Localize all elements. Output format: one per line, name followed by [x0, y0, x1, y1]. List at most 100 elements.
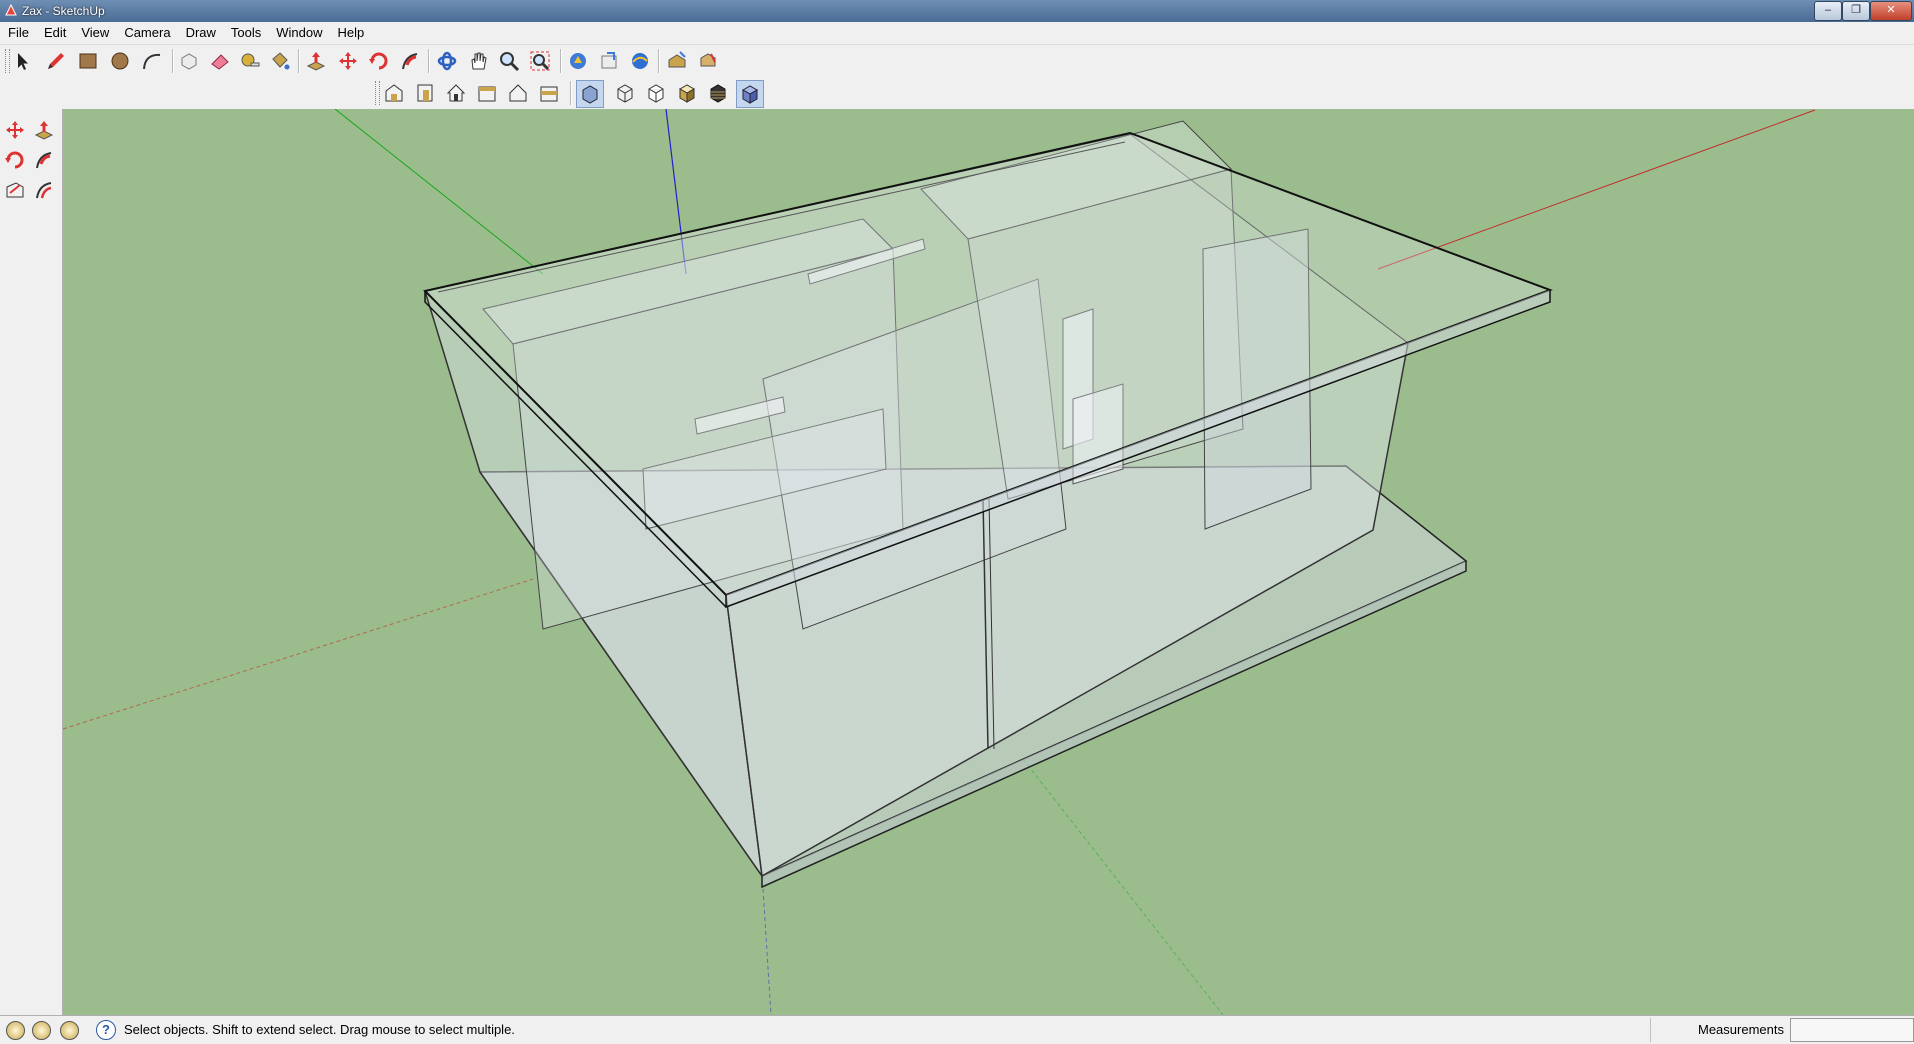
geolocation-icon[interactable] — [6, 1021, 25, 1040]
monochrome-style-icon — [741, 85, 759, 104]
front-view-button[interactable] — [412, 80, 438, 106]
eraser-tool-button[interactable] — [207, 48, 233, 74]
measurements-label: Measurements — [1698, 1022, 1784, 1037]
hidden-line-style-button[interactable] — [643, 80, 669, 106]
window-title: Zax - SketchUp — [22, 4, 105, 18]
right-view-button[interactable] — [474, 80, 500, 106]
share-model-icon — [601, 52, 617, 69]
credits-icon[interactable] — [32, 1021, 51, 1040]
right-view-icon — [478, 86, 496, 102]
close-button[interactable]: ✕ — [1870, 1, 1912, 21]
palette-scale-button[interactable] — [2, 177, 28, 203]
add-location-button[interactable] — [695, 48, 721, 74]
rectangle-tool-button[interactable] — [75, 48, 101, 74]
left-view-icon — [540, 86, 558, 102]
shaded-style-icon — [678, 84, 696, 103]
get-models-button[interactable] — [565, 48, 591, 74]
title-bar: Zax - SketchUp – ❐ ✕ — [0, 0, 1914, 22]
menu-camera[interactable]: Camera — [116, 22, 177, 40]
model-scene — [63, 109, 1816, 1015]
palette-push-pull-button[interactable] — [31, 117, 57, 143]
tape-measure-icon — [241, 53, 260, 67]
make-component-button[interactable] — [176, 48, 202, 74]
move-tool-button[interactable] — [335, 48, 361, 74]
xray-style-button[interactable] — [576, 80, 604, 108]
xray-style-icon — [582, 85, 598, 104]
house-view-icon — [446, 84, 466, 102]
make-component-icon — [181, 53, 197, 70]
orbit-icon — [437, 51, 457, 71]
hidden-line-style-icon — [648, 84, 664, 103]
shaded-textures-style-button[interactable] — [705, 80, 731, 106]
help-icon[interactable]: ? — [96, 1020, 116, 1040]
back-view-icon — [509, 84, 527, 102]
pencil-tool-button[interactable] — [43, 48, 69, 74]
status-hint-text: Select objects. Shift to extend select. … — [124, 1022, 515, 1037]
follow-me-tool-button[interactable] — [397, 48, 423, 74]
share-model-button[interactable] — [596, 48, 622, 74]
tape-measure-button[interactable] — [237, 48, 263, 74]
google-earth-button[interactable] — [627, 48, 653, 74]
sketchup-app-icon — [5, 3, 17, 16]
shaded-style-button[interactable] — [674, 80, 700, 106]
red-axis — [1377, 109, 1816, 270]
status-divider — [1650, 1018, 1651, 1042]
paint-bucket-icon — [272, 52, 290, 70]
rotate-tool-button[interactable] — [366, 48, 392, 74]
status-bar: ? Select objects. Shift to extend select… — [0, 1015, 1914, 1044]
palette-follow-me-button[interactable] — [31, 147, 57, 173]
pan-tool-button[interactable] — [465, 48, 491, 74]
blue-axis-dashed — [762, 888, 772, 1015]
zoom-tool-button[interactable] — [496, 48, 522, 74]
google-earth-icon — [632, 53, 648, 69]
iso-view-button[interactable] — [381, 80, 407, 106]
menu-bar: File Edit View Camera Draw Tools Window Help — [0, 22, 1914, 45]
rectangle-icon — [79, 53, 97, 69]
green-axis-dashed — [1022, 758, 1224, 1015]
measurements-input[interactable] — [1790, 1018, 1914, 1042]
palette-rotate-button[interactable] — [2, 147, 28, 173]
left-view-button[interactable] — [536, 80, 562, 106]
model-viewport[interactable] — [63, 109, 1914, 1015]
menu-tools[interactable]: Tools — [223, 22, 268, 40]
restore-button[interactable]: ❐ — [1842, 1, 1870, 21]
get-photo-texture-button[interactable] — [664, 48, 690, 74]
scale-icon — [6, 182, 24, 198]
follow-me-icon — [36, 152, 52, 169]
circle-tool-button[interactable] — [107, 48, 133, 74]
menu-view[interactable]: View — [73, 22, 116, 40]
push-pull-icon — [306, 52, 326, 71]
back-view-button[interactable] — [505, 80, 531, 106]
signin-icon[interactable] — [60, 1021, 79, 1040]
menu-window[interactable]: Window — [268, 22, 329, 40]
palette-offset-button[interactable] — [31, 177, 57, 203]
offset-icon — [36, 182, 52, 199]
orbit-tool-button[interactable] — [434, 48, 460, 74]
monochrome-style-button[interactable] — [736, 80, 764, 108]
circle-icon — [111, 52, 129, 70]
shaded-textures-style-icon — [710, 84, 726, 103]
pencil-icon — [48, 53, 64, 69]
push-pull-tool-button[interactable] — [303, 48, 329, 74]
get-photo-texture-icon — [668, 51, 686, 68]
wireframe-style-button[interactable] — [612, 80, 638, 106]
add-location-icon — [700, 53, 716, 67]
red-axis-dashed — [63, 578, 534, 730]
toolbar-grip[interactable] — [375, 81, 380, 105]
iso-view-icon — [385, 84, 403, 102]
paint-bucket-button[interactable] — [267, 48, 293, 74]
zoom-extents-button[interactable] — [527, 48, 553, 74]
arc-tool-button[interactable] — [139, 48, 165, 74]
menu-edit[interactable]: Edit — [36, 22, 73, 40]
top-view-button[interactable] — [443, 80, 469, 106]
menu-draw[interactable]: Draw — [178, 22, 223, 40]
eraser-icon — [211, 54, 229, 70]
minimize-button[interactable]: – — [1814, 1, 1842, 21]
front-view-icon — [417, 84, 433, 102]
palette-move-button[interactable] — [2, 117, 28, 143]
select-tool-button[interactable] — [9, 48, 35, 74]
zoom-extents-icon — [530, 51, 550, 71]
menu-help[interactable]: Help — [330, 22, 372, 40]
menu-file[interactable]: File — [0, 22, 36, 40]
follow-me-icon — [402, 53, 418, 70]
